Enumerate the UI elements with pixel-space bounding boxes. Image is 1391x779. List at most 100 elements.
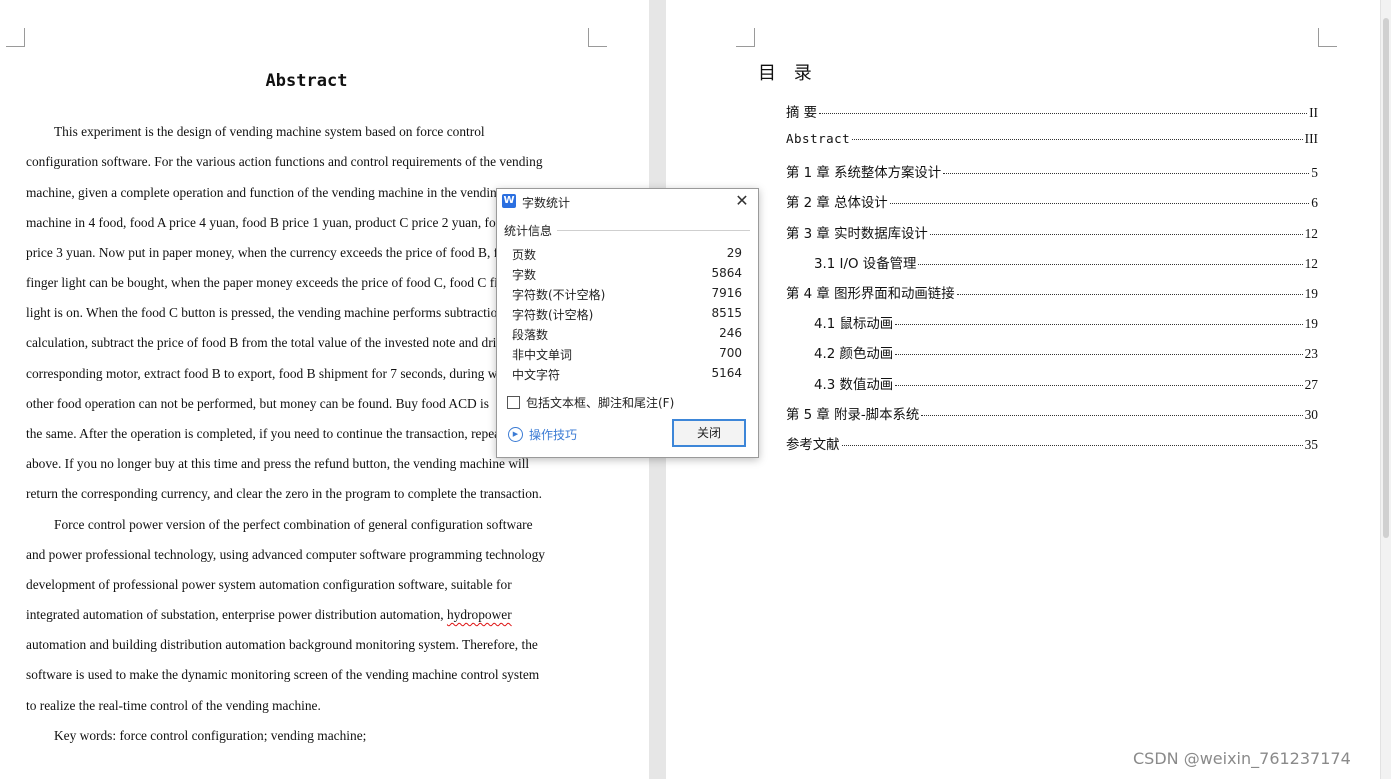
body-line: corresponding motor, extract food B to e… xyxy=(26,366,521,381)
wps-writer-icon: W xyxy=(502,194,516,208)
toc-entry-label: Abstract xyxy=(786,131,851,146)
toc-leader xyxy=(921,414,1303,416)
toc-entry[interactable]: 第 5 章 附录-脚本系统 30 xyxy=(786,403,1318,423)
toc-entry-page: 23 xyxy=(1304,346,1318,361)
toc-entry[interactable]: Abstract III xyxy=(786,131,1318,147)
toc-entry-page: 5 xyxy=(1311,165,1318,180)
stat-row: 字数 5864 xyxy=(512,266,742,283)
tips-link[interactable]: ▶ 操作技巧 xyxy=(508,426,577,443)
body-line: return the corresponding currency, and c… xyxy=(26,486,542,501)
toc-leader xyxy=(819,112,1308,114)
toc-entry[interactable]: 参考文献 35 xyxy=(786,433,1318,453)
include-textboxes-checkbox-row[interactable]: 包括文本框、脚注和尾注(F) xyxy=(507,394,674,411)
page-corner-mark xyxy=(1318,28,1337,47)
toc-leader xyxy=(841,444,1303,446)
toc-leader xyxy=(852,138,1303,140)
keywords-line: Key words: force control configuration; … xyxy=(54,728,367,743)
toc-entry-label: 第 5 章 附录-脚本系统 xyxy=(786,408,920,423)
toc-entry-label: 参考文献 xyxy=(786,438,840,453)
stat-row: 中文字符 5164 xyxy=(512,366,742,383)
stat-row: 段落数 246 xyxy=(512,326,742,343)
dialog-titlebar[interactable]: W 字数统计 ✕ xyxy=(497,189,758,213)
toc-entry[interactable]: 第 3 章 实时数据库设计 12 xyxy=(786,222,1318,242)
toc-leader xyxy=(918,263,1303,265)
stat-value: 5164 xyxy=(711,366,742,380)
stat-value: 700 xyxy=(719,346,742,360)
stat-row: 字符数(计空格) 8515 xyxy=(512,306,742,323)
body-line: integrated automation of substation, ent… xyxy=(26,607,512,623)
watermark: CSDN @weixin_761237174 xyxy=(1133,749,1351,768)
body-line: automation and building distribution aut… xyxy=(26,637,538,652)
toc-entry-page: III xyxy=(1304,131,1318,146)
stat-value: 5864 xyxy=(711,266,742,280)
toc-entry-page: 35 xyxy=(1304,437,1318,452)
stat-row: 非中文单词 700 xyxy=(512,346,742,363)
toc-entry-page: 12 xyxy=(1304,256,1318,271)
toc-entry-page: 19 xyxy=(1304,286,1318,301)
body-line: other food operation can not be performe… xyxy=(26,396,489,411)
toc-entry[interactable]: 4.1 鼠标动画 19 xyxy=(814,312,1318,332)
checkbox-label: 包括文本框、脚注和尾注(F) xyxy=(526,396,675,410)
toc-entry[interactable]: 第 4 章 图形界面和动画链接 19 xyxy=(786,282,1318,302)
body-line: above. If you no longer buy at this time… xyxy=(26,456,530,471)
body-line: configuration software. For the various … xyxy=(26,154,543,169)
stats-group-label: 统计信息 xyxy=(504,224,553,238)
toc-leader xyxy=(943,172,1310,174)
scrollbar-thumb[interactable] xyxy=(1383,18,1389,538)
toc-entry[interactable]: 第 1 章 系统整体方案设计 5 xyxy=(786,161,1318,181)
stat-label: 页数 xyxy=(512,248,537,262)
toc-entry-label: 第 1 章 系统整体方案设计 xyxy=(786,166,942,181)
toc-entry-page: 6 xyxy=(1311,195,1318,210)
stat-label: 字数 xyxy=(512,268,537,282)
body-line: to realize the real-time control of the … xyxy=(26,698,321,713)
abstract-heading: Abstract xyxy=(265,71,348,91)
body-line: price 3 yuan. Now put in paper money, wh… xyxy=(26,245,531,260)
body-line: Force control power version of the perfe… xyxy=(54,517,533,532)
stat-value: 7916 xyxy=(711,286,742,300)
toc-heading: 目 录 xyxy=(758,63,818,84)
toc-entry-page: 27 xyxy=(1304,377,1318,392)
toc-entry-label: 4.3 数值动画 xyxy=(814,378,894,393)
stat-row: 页数 29 xyxy=(512,246,742,263)
body-line: light is on. When the food C button is p… xyxy=(26,305,505,320)
stat-label: 段落数 xyxy=(512,328,549,342)
toc-leader xyxy=(889,202,1310,204)
toc-leader xyxy=(895,384,1303,386)
stat-label: 非中文单词 xyxy=(512,348,573,362)
page-corner-mark xyxy=(6,28,25,47)
toc-entry[interactable]: 4.3 数值动画 27 xyxy=(814,373,1318,393)
stat-value: 8515 xyxy=(711,306,742,320)
play-circle-icon: ▶ xyxy=(508,427,523,442)
stat-value: 246 xyxy=(719,326,742,340)
toc-entry-label: 4.2 颜色动画 xyxy=(814,347,894,362)
body-line: development of professional power system… xyxy=(26,577,512,592)
toc-entry[interactable]: 3.1 I/O 设备管理 12 xyxy=(814,252,1318,272)
word-count-dialog: W 字数统计 ✕ 统计信息 页数 29 字数 5864 字符数(不计空格) 7916 … xyxy=(496,188,759,458)
page-corner-mark xyxy=(588,28,607,47)
toc-entry-page: 19 xyxy=(1304,316,1318,331)
toc-entry[interactable]: 第 2 章 总体设计 6 xyxy=(786,191,1318,211)
toc-entry[interactable]: 4.2 颜色动画 23 xyxy=(814,342,1318,362)
spellcheck-word[interactable]: hydropower xyxy=(447,607,512,622)
toc-entry-page: II xyxy=(1309,105,1318,120)
dialog-title: 字数统计 xyxy=(522,196,571,210)
body-line: software is used to make the dynamic mon… xyxy=(26,667,540,682)
close-icon[interactable]: ✕ xyxy=(732,191,752,211)
toc-leader xyxy=(895,323,1303,325)
body-line: machine, given a complete operation and … xyxy=(26,185,504,200)
stat-row: 字符数(不计空格) 7916 xyxy=(512,286,742,303)
body-line: finger light can be bought, when the pap… xyxy=(26,275,522,290)
include-textboxes-checkbox[interactable] xyxy=(507,396,520,409)
toc-leader xyxy=(895,353,1303,355)
toc-leader xyxy=(929,233,1303,235)
body-line: and power professional technology, using… xyxy=(26,547,545,562)
tips-label: 操作技巧 xyxy=(529,428,578,442)
toc-entry-label: 3.1 I/O 设备管理 xyxy=(814,257,917,272)
toc-entry[interactable]: 摘 要 II xyxy=(786,101,1318,121)
toc-entry-label: 摘 要 xyxy=(786,106,818,121)
stat-value: 29 xyxy=(726,246,742,260)
body-line: calculation, subtract the price of food … xyxy=(26,335,529,350)
close-button[interactable]: 关闭 xyxy=(672,419,746,447)
vertical-scrollbar[interactable] xyxy=(1380,0,1391,779)
body-line: machine in 4 food, food A price 4 yuan, … xyxy=(26,215,523,230)
